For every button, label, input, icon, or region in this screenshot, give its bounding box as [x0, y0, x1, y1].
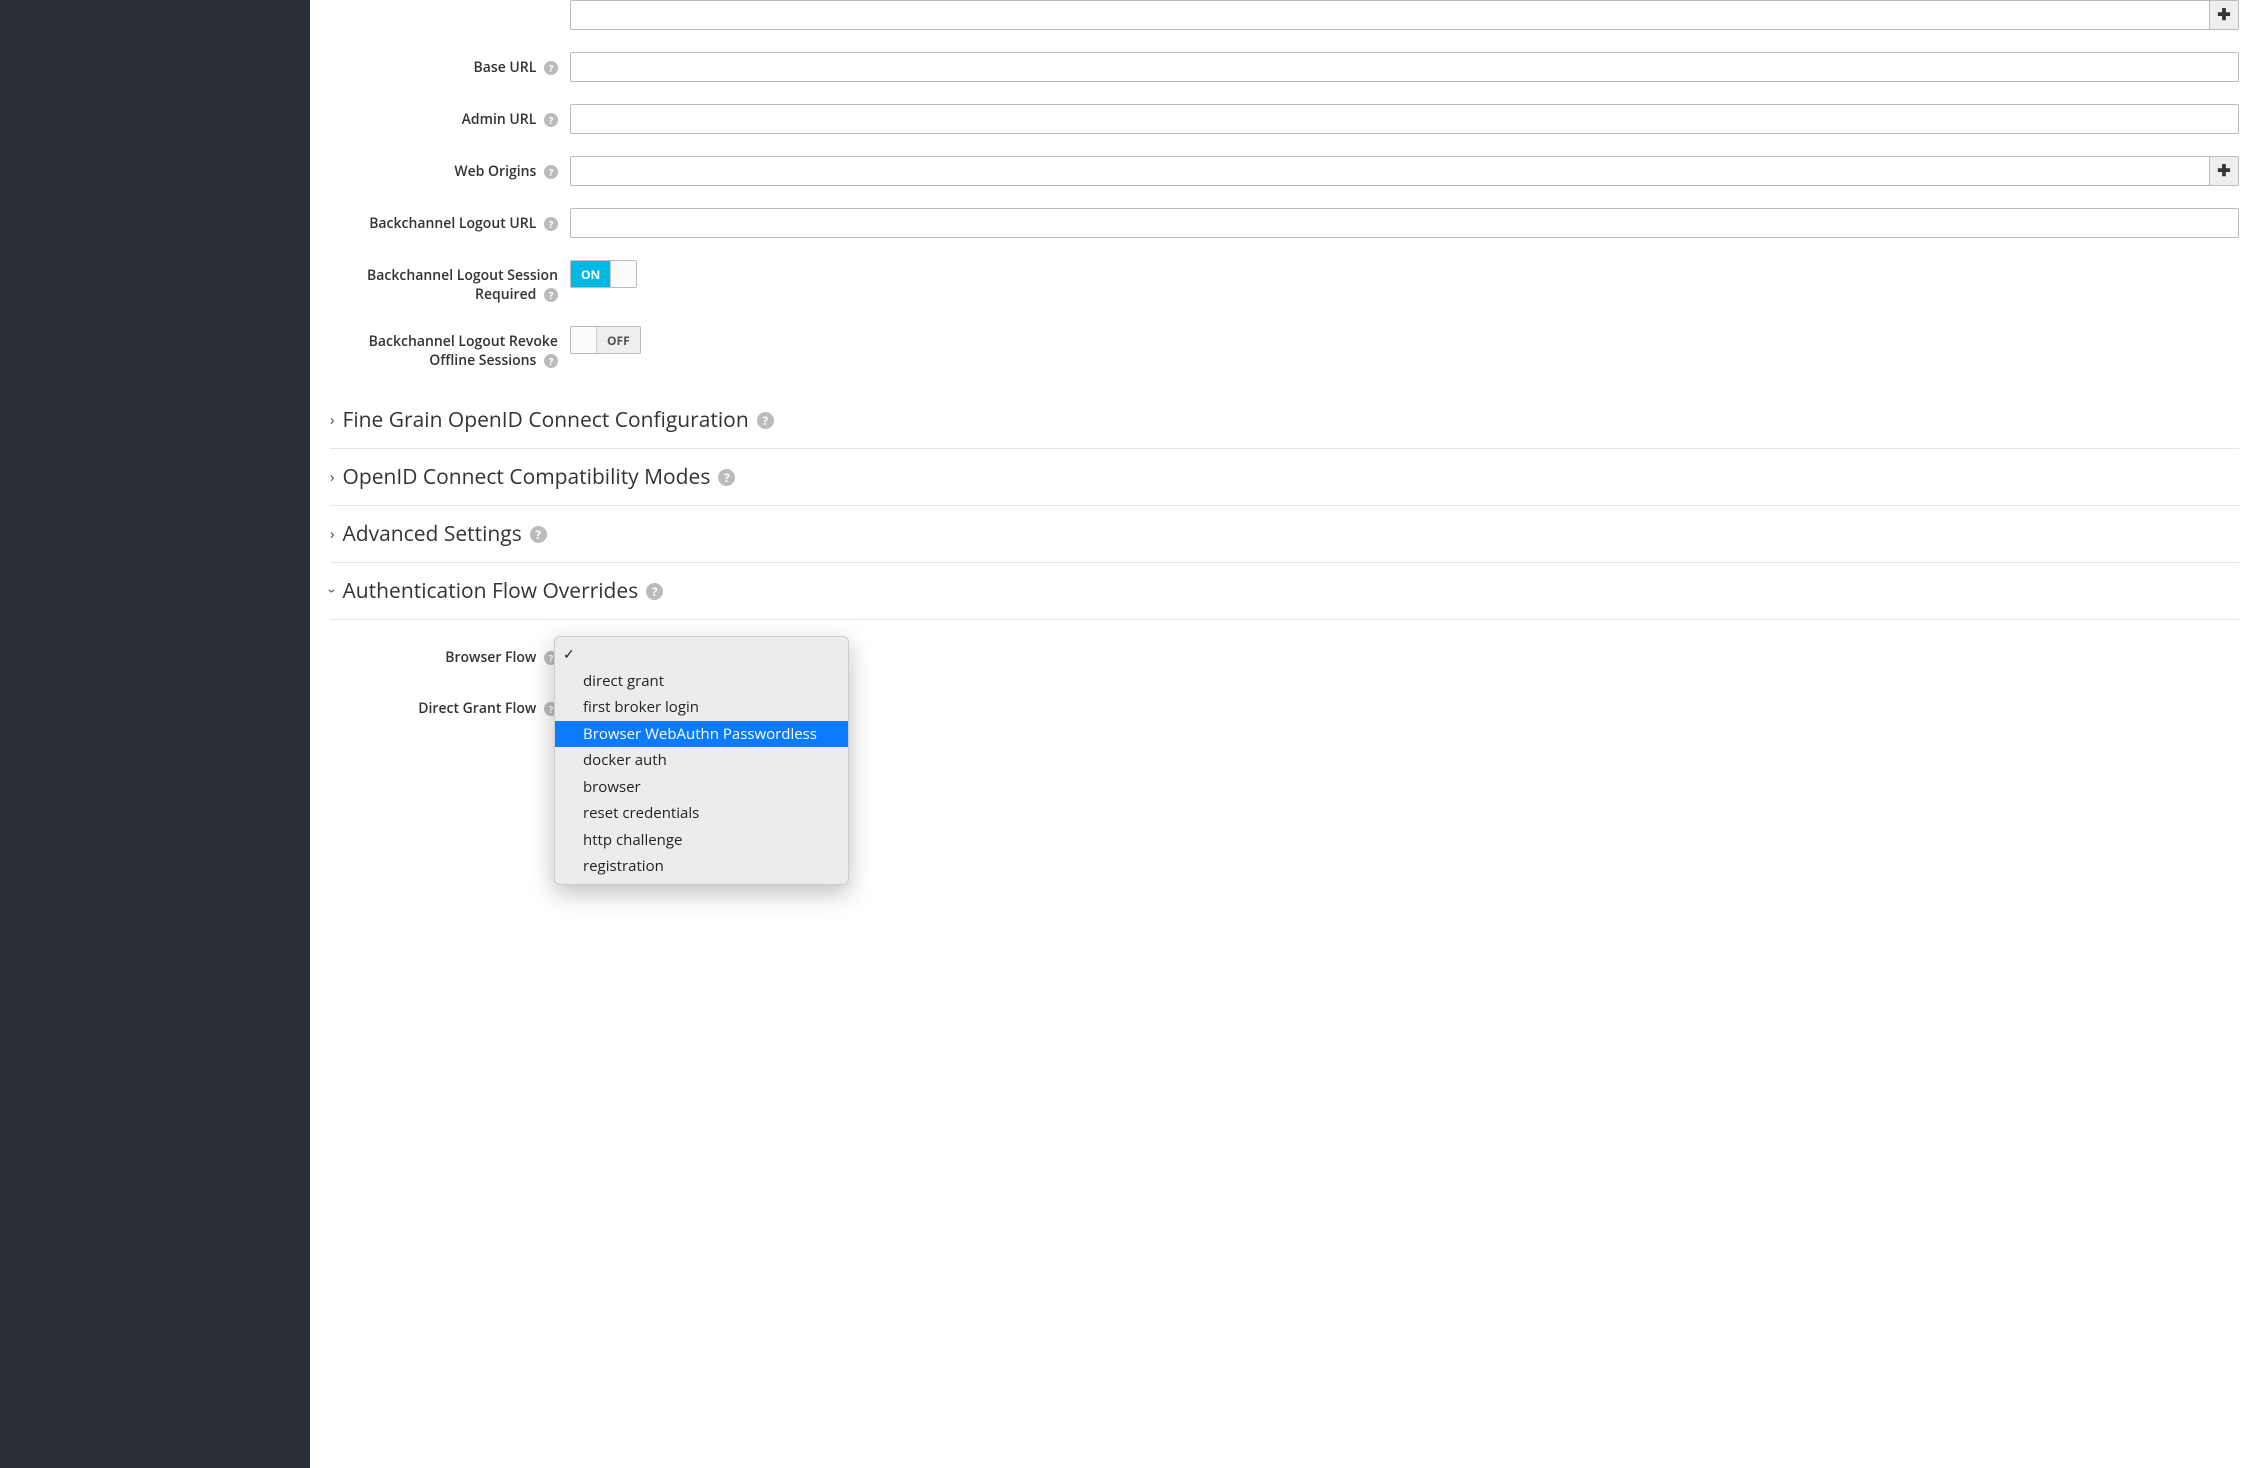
browser-flow-dropdown[interactable]: ✓ direct grant first broker login Browser … [554, 636, 849, 885]
dropdown-option[interactable]: ✓ [555, 641, 848, 668]
backchannel-logout-url-label: Backchannel Logout URL ? [330, 208, 570, 233]
plus-icon: ✚ [2217, 161, 2230, 181]
redirect-uri-input[interactable] [570, 0, 2210, 30]
form-row-base-url: Base URL ? [330, 52, 2239, 82]
web-origins-input[interactable] [570, 156, 2210, 186]
backchannel-revoke-offline-switch[interactable]: OFF [570, 326, 641, 354]
dropdown-option[interactable]: Browser WebAuthn Passwordless [555, 721, 848, 748]
help-icon[interactable]: ? [544, 61, 558, 75]
form-row-admin-url: Admin URL ? [330, 104, 2239, 134]
dropdown-option-label: http challenge [583, 830, 682, 850]
chevron-right-icon: › [330, 524, 335, 544]
help-icon[interactable]: ? [530, 526, 547, 543]
section-title: Fine Grain OpenID Connect Configuration [343, 406, 749, 434]
dropdown-option-label: docker auth [583, 750, 667, 770]
dropdown-option[interactable]: registration [555, 853, 848, 880]
direct-grant-flow-label: Direct Grant Flow ? [330, 693, 570, 718]
plus-icon: ✚ [2217, 5, 2230, 25]
help-icon[interactable]: ? [544, 288, 558, 302]
help-icon[interactable]: ? [646, 583, 663, 600]
dropdown-option-label: first broker login [583, 697, 699, 717]
dropdown-option-label: reset credentials [583, 803, 699, 823]
help-icon[interactable]: ? [718, 469, 735, 486]
backchannel-logout-url-input[interactable] [570, 208, 2239, 238]
switch-on-label: ON [571, 261, 610, 287]
dropdown-option[interactable]: docker auth [555, 747, 848, 774]
chevron-down-icon: › [322, 589, 342, 594]
form-row-backchannel-session-required: Backchannel Logout Session Required ? ON [330, 260, 2239, 304]
switch-handle [610, 261, 636, 287]
auth-flow-overrides-content: Browser Flow ? ✓ direct grant first broke… [330, 620, 2239, 718]
chevron-right-icon: › [330, 467, 335, 487]
section-compat-modes[interactable]: › OpenID Connect Compatibility Modes ? [330, 449, 2239, 506]
form-row-redirect: ✚ [330, 0, 2239, 30]
empty-label [330, 0, 570, 6]
form-row-backchannel-logout-url: Backchannel Logout URL ? [330, 208, 2239, 238]
admin-url-input[interactable] [570, 104, 2239, 134]
sidebar [0, 0, 310, 1468]
main-content: ✚ Base URL ? Admin URL ? Web Origins ? ✚ [310, 0, 2259, 1468]
switch-off-label: OFF [597, 327, 640, 353]
web-origins-label: Web Origins ? [330, 156, 570, 181]
form-row-backchannel-revoke-offline: Backchannel Logout Revoke Offline Sessio… [330, 326, 2239, 370]
backchannel-session-required-switch[interactable]: ON [570, 260, 637, 288]
switch-handle [571, 327, 597, 353]
dropdown-option-label: Browser WebAuthn Passwordless [583, 724, 817, 744]
dropdown-option[interactable]: reset credentials [555, 800, 848, 827]
check-icon: ✓ [563, 644, 575, 665]
section-title: Advanced Settings [343, 520, 522, 548]
section-title: Authentication Flow Overrides [343, 577, 639, 605]
dropdown-option-label: direct grant [583, 671, 664, 691]
help-icon[interactable]: ? [544, 354, 558, 368]
dropdown-option-label [583, 644, 587, 664]
chevron-right-icon: › [330, 410, 335, 430]
help-icon[interactable]: ? [544, 113, 558, 127]
form-row-web-origins: Web Origins ? ✚ [330, 156, 2239, 186]
add-redirect-button[interactable]: ✚ [2209, 0, 2239, 30]
section-fine-grain[interactable]: › Fine Grain OpenID Connect Configuratio… [330, 392, 2239, 449]
dropdown-option-label: browser [583, 777, 641, 797]
dropdown-option-label: registration [583, 856, 664, 876]
base-url-label: Base URL ? [330, 52, 570, 77]
admin-url-label: Admin URL ? [330, 104, 570, 129]
section-advanced[interactable]: › Advanced Settings ? [330, 506, 2239, 563]
dropdown-option[interactable]: first broker login [555, 694, 848, 721]
dropdown-option[interactable]: browser [555, 774, 848, 801]
section-auth-flow-overrides[interactable]: › Authentication Flow Overrides ? [330, 563, 2239, 620]
help-icon[interactable]: ? [544, 165, 558, 179]
help-icon[interactable]: ? [757, 412, 774, 429]
add-web-origin-button[interactable]: ✚ [2209, 156, 2239, 186]
backchannel-session-required-label: Backchannel Logout Session Required ? [330, 260, 570, 304]
dropdown-option[interactable]: direct grant [555, 668, 848, 695]
section-title: OpenID Connect Compatibility Modes [343, 463, 711, 491]
help-icon[interactable]: ? [544, 217, 558, 231]
backchannel-revoke-offline-label: Backchannel Logout Revoke Offline Sessio… [330, 326, 570, 370]
dropdown-option[interactable]: http challenge [555, 827, 848, 854]
browser-flow-label: Browser Flow ? [330, 642, 570, 667]
form-row-browser-flow: Browser Flow ? ✓ direct grantfirst broke… [330, 642, 2239, 667]
base-url-input[interactable] [570, 52, 2239, 82]
